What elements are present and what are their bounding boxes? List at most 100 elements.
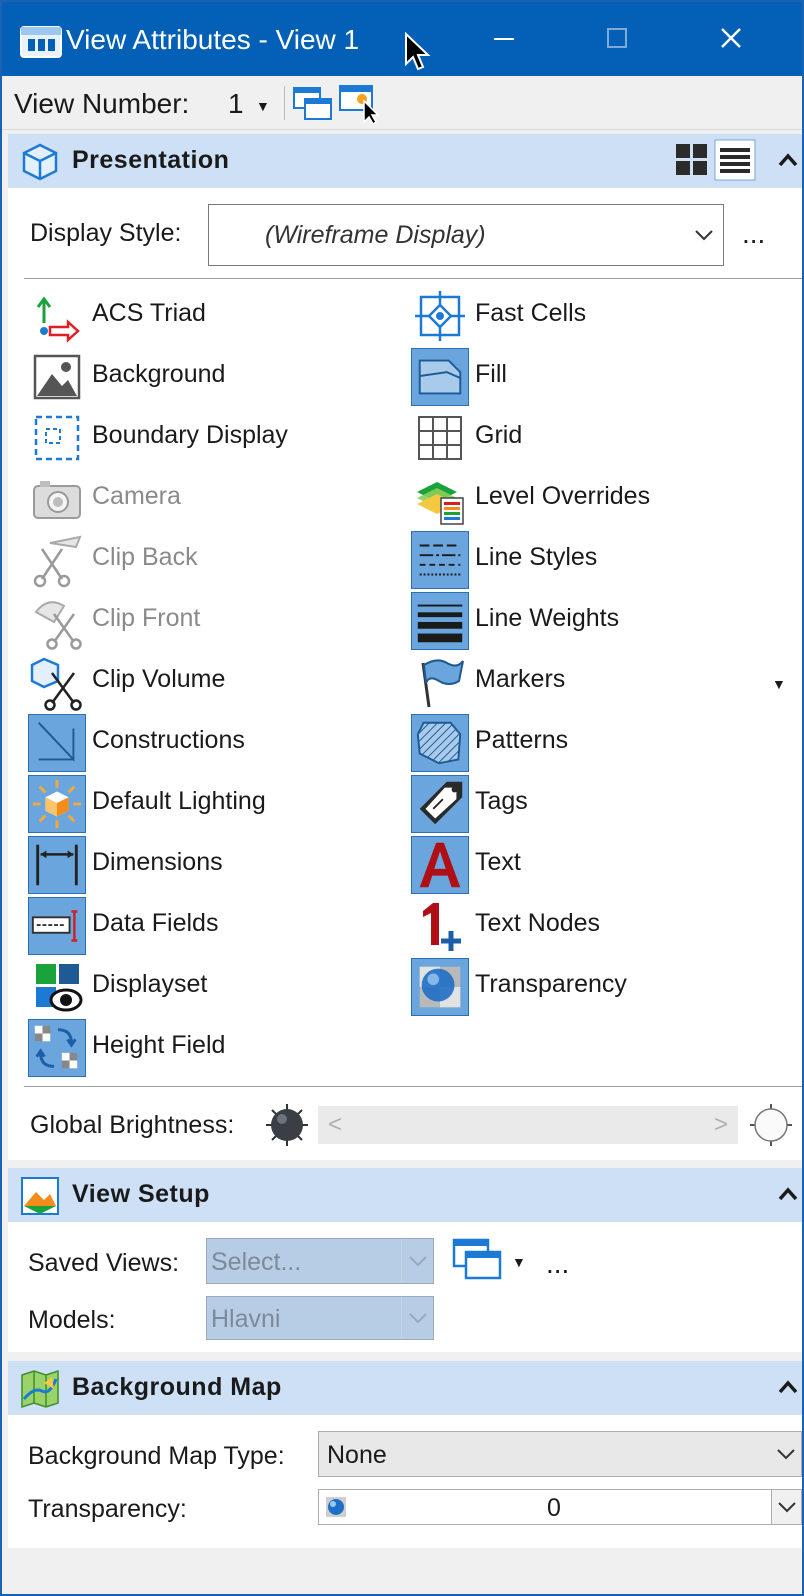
dark-brightness-icon[interactable] — [264, 1102, 310, 1148]
saved-views-dropdown[interactable]: Select... — [206, 1238, 434, 1284]
view-setup-title: View Setup — [72, 1180, 210, 1208]
apply-saved-view-icon[interactable] — [452, 1238, 504, 1282]
data-fields-icon — [28, 897, 86, 955]
line-styles-icon — [411, 531, 469, 589]
dimensions-label: Dimensions — [92, 848, 223, 876]
toggle-height-field[interactable]: Height Field — [28, 1018, 398, 1077]
close-button[interactable] — [676, 2, 788, 76]
markers-dropdown-arrow-icon[interactable]: ▼ — [772, 676, 786, 692]
collapse-chevron-icon[interactable] — [774, 1373, 802, 1401]
transparency-dropdown[interactable]: 0 — [318, 1489, 802, 1525]
maximize-button[interactable] — [560, 2, 672, 76]
transparency-sphere-icon — [326, 1497, 346, 1517]
toggle-text[interactable]: Text — [411, 835, 781, 894]
collapse-chevron-icon[interactable] — [774, 146, 802, 174]
toggle-data-fields[interactable]: Data Fields — [28, 896, 398, 955]
toggle-boundary-display[interactable]: Boundary Display — [28, 408, 398, 466]
models-value: Hlavni — [211, 1305, 281, 1333]
select-view-icon[interactable] — [338, 82, 382, 124]
camera-icon — [33, 481, 81, 519]
presentation-title: Presentation — [72, 146, 230, 174]
slider-left-arrow-icon[interactable]: < — [328, 1111, 342, 1139]
text-label: Text — [475, 848, 521, 876]
displayset-label: Displayset — [92, 970, 208, 998]
toggle-level-overrides[interactable]: Level Overrides — [411, 469, 781, 527]
fill-label: Fill — [475, 360, 507, 388]
toggle-clip-front[interactable]: Clip Front — [28, 591, 398, 650]
collapse-chevron-icon[interactable] — [774, 1180, 802, 1208]
background-map-section-header[interactable]: Background Map — [8, 1361, 802, 1415]
view-number-value[interactable]: 1 — [228, 88, 244, 120]
camera-label: Camera — [92, 482, 181, 510]
grid-icon — [418, 416, 462, 460]
view-number-dropdown-arrow-icon[interactable]: ▼ — [256, 98, 270, 114]
toggle-acs-triad[interactable]: ACS Triad — [28, 286, 398, 344]
patterns-icon — [411, 714, 469, 772]
dimensions-icon — [28, 836, 86, 894]
divider — [24, 1086, 802, 1087]
transparency-dropdown-button[interactable] — [771, 1490, 801, 1524]
toggle-default-lighting[interactable]: Default Lighting — [28, 774, 398, 833]
toggle-fast-cells[interactable]: Fast Cells — [411, 286, 781, 344]
toggle-line-styles[interactable]: Line Styles — [411, 530, 781, 589]
chevron-down-icon — [695, 230, 713, 241]
display-style-dropdown[interactable]: (Wireframe Display) — [208, 204, 724, 266]
view-toolbar: View Number: 1 ▼ — [2, 76, 802, 130]
boundary-display-icon — [34, 415, 80, 461]
saved-view-options-arrow-icon[interactable]: ▼ — [512, 1254, 526, 1270]
background-map-icon — [21, 1369, 59, 1409]
chevron-down-icon — [409, 1256, 427, 1267]
list-view-toggle-icon[interactable] — [714, 139, 756, 181]
toggle-markers[interactable]: Markers — [411, 652, 781, 710]
fast-cells-label: Fast Cells — [475, 299, 587, 327]
toggle-background[interactable]: Background — [28, 347, 398, 405]
background-map-type-dropdown[interactable]: None — [318, 1431, 802, 1477]
toggle-tags[interactable]: Tags — [411, 774, 781, 833]
boundary-display-label: Boundary Display — [92, 421, 288, 449]
view-attributes-window: View Attributes - View 1 View Number: 1 … — [0, 0, 804, 1596]
toggle-line-weights[interactable]: Line Weights — [411, 591, 781, 650]
models-dropdown-button[interactable] — [401, 1297, 433, 1339]
clip-front-label: Clip Front — [92, 604, 201, 632]
patterns-label: Patterns — [475, 726, 569, 754]
minimize-button[interactable] — [448, 2, 560, 76]
title-bar[interactable]: View Attributes - View 1 — [2, 2, 802, 76]
height-field-label: Height Field — [92, 1031, 226, 1059]
toggle-clip-volume[interactable]: Clip Volume — [28, 652, 398, 711]
toggle-grid[interactable]: Grid — [411, 408, 781, 466]
toggle-patterns[interactable]: Patterns — [411, 713, 781, 772]
bright-brightness-icon[interactable] — [748, 1102, 794, 1148]
toggle-fill[interactable]: Fill — [411, 347, 781, 406]
toggle-dimensions[interactable]: Dimensions — [28, 835, 398, 894]
markers-icon — [421, 659, 464, 708]
toggle-text-nodes[interactable]: Text Nodes — [411, 896, 781, 954]
saved-views-more-button[interactable]: ... — [546, 1248, 569, 1280]
fast-cells-icon — [415, 291, 465, 341]
saved-views-dropdown-button[interactable] — [401, 1239, 433, 1283]
toggle-constructions[interactable]: Constructions — [28, 713, 398, 772]
default-lighting-label: Default Lighting — [92, 787, 266, 815]
line-weights-label: Line Weights — [475, 604, 620, 632]
view-setup-section-header[interactable]: View Setup — [8, 1168, 802, 1222]
transparency-value: 0 — [547, 1494, 561, 1522]
acs-triad-icon — [36, 296, 80, 343]
clip-back-label: Clip Back — [92, 543, 198, 571]
window-title: View Attributes - View 1 — [66, 24, 360, 55]
toggle-clip-back[interactable]: Clip Back — [28, 530, 398, 588]
global-brightness-slider[interactable]: < > — [318, 1106, 738, 1144]
display-style-more-button[interactable]: ... — [742, 218, 765, 250]
grid-view-toggle-icon[interactable] — [674, 141, 710, 179]
presentation-section-header[interactable]: Presentation — [8, 134, 802, 188]
maximize-icon — [607, 28, 627, 48]
toggle-transparency[interactable]: Transparency — [411, 957, 781, 1016]
toggle-camera[interactable]: Camera — [28, 469, 398, 527]
view-setup-icon — [21, 1177, 59, 1215]
global-brightness-label: Global Brightness: — [30, 1111, 235, 1139]
transparency-label: Transparency: — [28, 1495, 187, 1523]
models-dropdown[interactable]: Hlavni — [206, 1296, 434, 1340]
copy-view-icon[interactable] — [292, 86, 334, 122]
slider-right-arrow-icon[interactable]: > — [714, 1111, 728, 1139]
toggle-displayset[interactable]: Displayset — [28, 957, 398, 1015]
saved-views-placeholder: Select... — [211, 1248, 302, 1276]
line-weights-icon — [411, 592, 469, 650]
